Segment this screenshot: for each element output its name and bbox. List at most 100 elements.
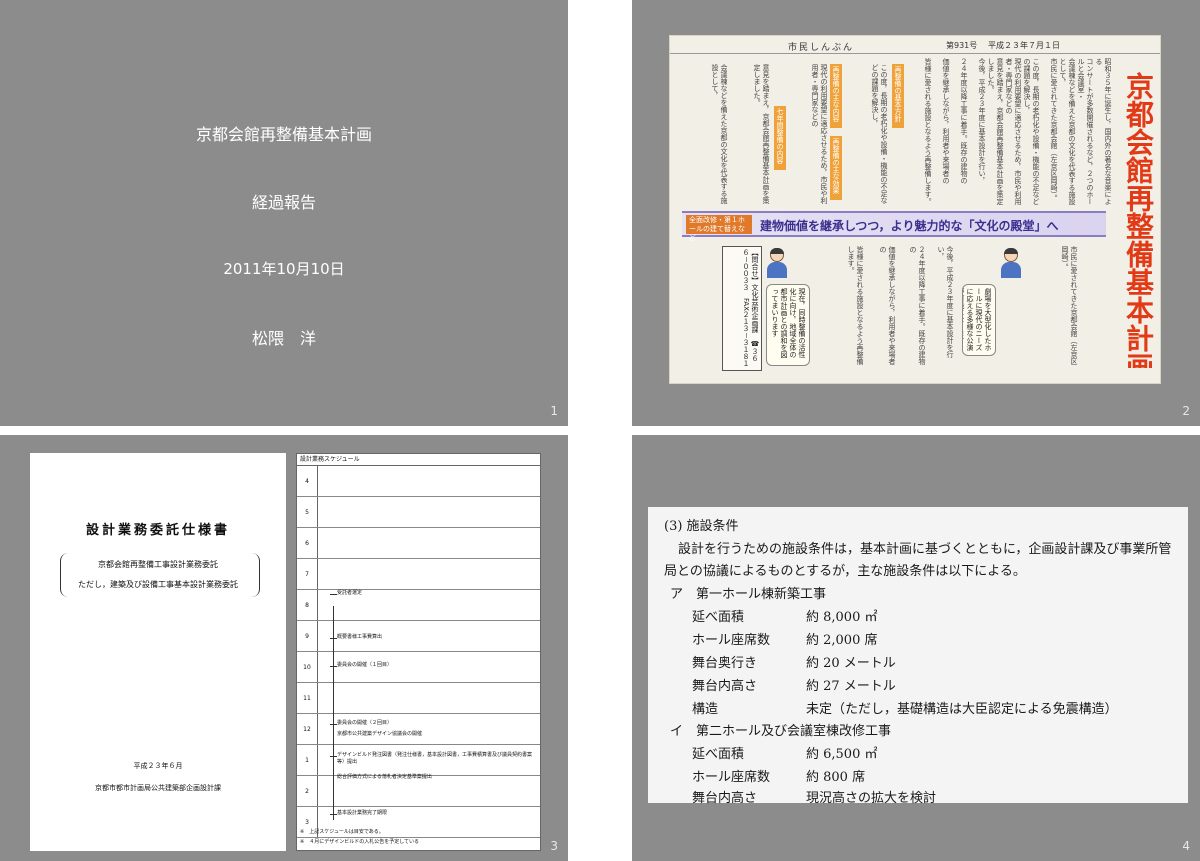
condition-key: 舞台内高さ [692,791,758,806]
article-column: ２４年度以降工事に着手。既存の建物の [909,246,926,365]
article-column: 皆様に愛される施設となるよう再整備します。 [924,58,932,205]
schedule-month-label: 3 [305,818,309,826]
section-heading: ア 第一ホール棟新築工事 [670,587,827,602]
section-label: 再整備の主な内容 [830,64,842,128]
slide-1-subtitle: 経過報告 [251,193,316,212]
schedule-table: 設計業務スケジュール 4 5 6 7 8 9 10 11 12 1 2 3 受託者選定 概要書様工事費… [296,453,541,851]
newspaper-clipping: 市民しんぶん 第931号 平成２３年７月１日 京都会館再整備基本計画を策定 昭和… [669,35,1161,384]
condition-key: ホール座席数 [692,770,771,785]
article-column: 現代の利用要望に適応させるため，市民や利用者・専門家などの [1005,58,1022,205]
slide-1-title: 京都会館再整備基本計画 [195,125,372,144]
banner-tag: 全面改修・第１ホールの建て替えなど [686,215,752,242]
condition-key: ホール座席数 [692,633,771,648]
schedule-month-label: 11 [303,694,311,702]
slide-number: 4 [1182,839,1190,853]
article-column: この度，長期の老朽化や設備・機能の不足などの課題を解決し， [1023,58,1040,205]
condition-value: 約 800 席 [806,770,866,785]
condition-key: 舞台奥行き [692,656,758,671]
slide-number: 1 [550,404,558,418]
slide-number: 3 [550,839,558,853]
section-label: 再整備の基本方針 [892,64,904,128]
condition-key: 延べ面積 [692,610,745,625]
schedule-month-label: 1 [305,756,309,764]
article-column: この度，長期の老朽化や設備・機能の不足などの課題を解決し， [871,64,888,204]
condition-key: 構造 [692,702,719,717]
condition-key: 延べ面積 [692,747,745,762]
document-paragraph: 設計を行うための施設条件は，基本計画に基づくとともに，企画設計課及び事業所管 [678,542,1172,557]
schedule-event: デザインビルド発注図書（発注仕様書，基本設計図書，工事費積算書及び議員契約書案等… [337,752,533,765]
article-column: 価値を継承しながら，利用者や来場者の [942,58,950,184]
slide-2-thumbnail[interactable]: 市民しんぶん 第931号 平成２３年７月１日 京都会館再整備基本計画を策定 昭和… [632,0,1200,426]
schedule-month-label: 2 [305,787,309,795]
schedule-month-label: 8 [305,601,309,609]
newspaper-issue-date: 平成２３年７月１日 [988,41,1060,50]
article-column: 昭和３５年に誕生し，国内外の著名な音楽による [1095,58,1112,205]
person-illustration [1000,248,1022,278]
article-column: 意見を踏まえ，京都会館再整備基本計画を策定しました。 [987,58,1004,205]
newspaper-banner: 全面改修・第１ホールの建て替えなど 建物価値を継承しつつ，より魅力的な「文化の殿… [682,211,1106,242]
slide-1-author: 松隈 洋 [251,329,316,348]
document-title: 設計業務委託仕様書 [85,523,230,538]
condition-value: 約 8,000 ㎡ [806,610,878,625]
document-subtitle: 京都会館再整備工事設計業務委託 [98,560,218,569]
article-column: 現代の利用要望に適応させるため，市民や利用者・専門家などの [811,64,828,204]
newspaper-header: 市民しんぶん 第931号 平成２３年７月１日 [670,36,1160,54]
condition-value: 約 2,000 席 [806,633,878,648]
condition-value: 約 27 メートル [806,679,896,694]
facility-conditions-document: (3) 施設条件 設計を行うための施設条件は，基本計画に基づくとともに，企画設計… [648,507,1188,806]
schedule-month-label: 5 [305,508,309,516]
schedule-month-label: 9 [305,632,309,640]
section-label: 再整備の主な効果 [830,136,842,200]
article-column: 今後，平成２３年度に基本設計を行い， [937,246,954,358]
person-illustration [766,248,788,278]
condition-value: 未定（ただし，基礎構造は大臣認定による免震構造） [806,702,1118,717]
schedule-event: 概要書様工事費算出 [337,634,383,640]
schedule-event: 受託者選定 [337,590,363,596]
schedule-event: 総合評価方式による落札者決定基準案提出 [337,774,432,780]
article-column: コンサートが多数開催されるなど，２つのホールと会議室・ [1077,58,1094,205]
condition-key: 舞台内高さ [692,679,758,694]
speech-bubble: 劇場を大型化したホールに現代のニーズに応える多様な公演が可能になります [962,284,996,356]
article-column: 会議棟などを備えた京都の文化を代表する施設として， [1059,58,1076,205]
schedule-month-label: 12 [303,725,311,733]
schedule-month-label: 4 [305,477,309,485]
schedule-month-row: 5 [297,497,540,528]
schedule-event: 基本設計業務完了期限 [337,810,388,816]
newspaper-issue: 第931号 [946,41,978,50]
slide-1-date: 2011年10月10日 [223,260,345,278]
article-column: 今後，平成２３年度に基本設計を行い， [978,58,986,184]
section-heading: イ 第二ホール及び会議室棟改修工事 [670,724,892,739]
slide-1-thumbnail[interactable]: 京都会館再整備基本計画 経過報告 2011年10月10日 松隈 洋 1 [0,0,568,426]
article-column: 意見を踏まえ，京都会館再整備基本計画を策定しました。 [753,64,770,204]
slide-4-thumbnail[interactable]: (3) 施設条件 設計を行うための施設条件は，基本計画に基づくとともに，企画設計… [632,435,1200,861]
schedule-event: 京都市公共建築デザイン協議会の開催 [337,731,423,737]
schedule-month-label: 10 [303,663,311,671]
article-column: 価値を継承しながら，利用者や来場者の [879,246,896,365]
document-heading: (3) 施設条件 [664,519,739,534]
article-column: 市民に愛されてきた京都会館（左京区岡崎）。 [1050,58,1058,202]
article-column: ２４年度以降工事に着手。既存の建物の [960,58,968,184]
article-column: 市民に愛されてきた京都会館（左京区岡崎）。 [1061,246,1078,365]
article-column: 皆様に愛される施設となるよう再整備します。 [847,246,864,365]
schedule-title: 設計業務スケジュール [297,454,540,466]
banner-text: 建物価値を継承しつつ，より魅力的な「文化の殿堂」へ [760,219,1059,233]
condition-value: 約 20 メートル [806,656,896,671]
schedule-note: ※ 上記スケジュールは目安である。 [300,829,384,835]
schedule-month-row: 7 [297,559,540,590]
slide-number: 2 [1182,404,1190,418]
article-column: 会議棟などを備えた京都の文化を代表する施設として， [711,64,728,204]
newspaper-masthead: 市民しんぶん [788,43,855,53]
schedule-note: ※ ４月にデザインビルドの入札公告を予定している [300,839,420,845]
document-subtitle: ただし，建築及び設備工事基本設計業務委託 [78,580,238,589]
document-date: 平成２３年６月 [133,762,183,770]
document-organization: 京都市都市計画局公共建築部企画設計課 [95,784,221,792]
schedule-month-row: 6 [297,528,540,559]
condition-value: 約 6,500 ㎡ [806,747,878,762]
section-label: 七年間整備の内容 [774,106,786,170]
document-cover: 設計業務委託仕様書 京都会館再整備工事設計業務委託 ただし，建築及び設備工事基本… [30,453,286,851]
schedule-event: 委員会の開催（２回目） [337,720,393,726]
slide-3-thumbnail[interactable]: 設計業務委託仕様書 京都会館再整備工事設計業務委託 ただし，建築及び設備工事基本… [0,435,568,861]
condition-value: 現況高さの拡大を検討 [806,791,937,806]
contact-box: 【問合せ】文化芸術企画課 ☎３６６－００３３ FAX２１３－３１８１ [722,246,762,371]
schedule-event: 委員会の開催（１回目） [337,662,393,668]
